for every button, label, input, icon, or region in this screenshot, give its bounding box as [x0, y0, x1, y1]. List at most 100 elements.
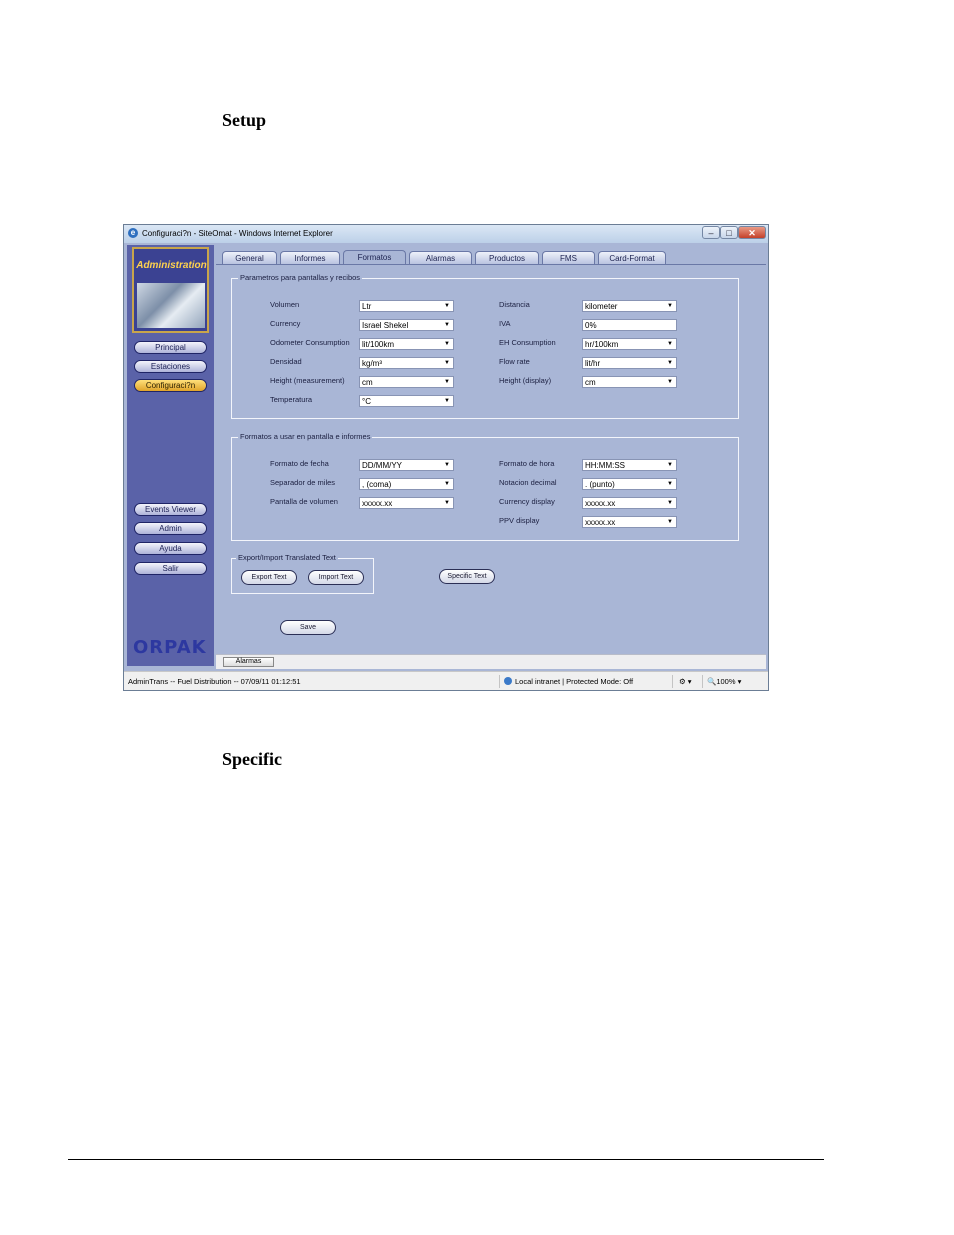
select-pantalla-volumen-value: xxxxx.xx [362, 499, 393, 508]
select-height-display-value: cm [585, 378, 596, 387]
dropdown-arrow-icon: ▼ [667, 379, 673, 385]
sidebar: Administration Principal Estaciones Conf… [127, 245, 214, 666]
select-separador-miles[interactable]: , (coma) ▼ [359, 478, 454, 490]
tab-card-format[interactable]: Card-Format [598, 251, 666, 264]
alarm-bar: Alarmas [216, 654, 766, 669]
group-parametros-title: Parametros para pantallas y recibos [238, 273, 363, 282]
export-text-button[interactable]: Export Text [241, 570, 297, 585]
select-eh-consumption[interactable]: hr/100km ▼ [582, 338, 677, 350]
main-content: General Informes Formatos Alarmas Produc… [216, 245, 766, 666]
dropdown-arrow-icon: ▼ [667, 500, 673, 506]
nav-salir-button[interactable]: Salir [134, 562, 207, 575]
import-text-button[interactable]: Import Text [308, 570, 364, 585]
label-pantalla-volumen: Pantalla de volumen [270, 497, 338, 506]
select-distancia-value: kilometer [585, 302, 618, 311]
select-currency[interactable]: Israel Shekel ▼ [359, 319, 454, 331]
select-formato-hora[interactable]: HH:MM:SS ▼ [582, 459, 677, 471]
label-currency: Currency [270, 319, 301, 328]
select-notacion-value: . (punto) [585, 480, 615, 489]
doc-heading-setup: Setup [222, 110, 267, 130]
status-bar: AdminTrans -- Fuel Distribution -- 07/09… [124, 671, 768, 690]
group-formatos-title: Formatos a usar en pantalla e informes [238, 432, 373, 441]
label-eh-consumption: EH Consumption [499, 338, 556, 347]
select-currency-value: Israel Shekel [362, 321, 409, 330]
select-height-display[interactable]: cm ▼ [582, 376, 677, 388]
label-notacion-decimal: Notacion decimal [499, 478, 557, 487]
dropdown-arrow-icon: ▼ [667, 360, 673, 366]
select-flow-rate[interactable]: lit/hr ▼ [582, 357, 677, 369]
label-volumen: Volumen [270, 300, 300, 309]
label-odometer-consumption: Odometer Consumption [270, 338, 350, 347]
minimize-button[interactable]: – [702, 226, 720, 239]
select-flow-rate-value: lit/hr [585, 359, 601, 368]
zoom-control[interactable]: 🔍100% ▾ [707, 677, 741, 686]
nav-events-viewer-button[interactable]: Events Viewer [134, 503, 207, 516]
orpak-logo: ORPAK [133, 637, 207, 658]
security-zone-text: Local intranet | Protected Mode: Off [515, 677, 634, 686]
select-volumen[interactable]: Ltr ▼ [359, 300, 454, 312]
group-parametros: Parametros para pantallas y recibos Volu… [231, 273, 739, 419]
select-volumen-value: Ltr [362, 302, 372, 311]
specific-text-button[interactable]: Specific Text [439, 569, 495, 584]
select-odometer-consumption[interactable]: lit/100km ▼ [359, 338, 454, 350]
dropdown-arrow-icon: ▼ [444, 341, 450, 347]
status-separator [499, 675, 500, 688]
dropdown-arrow-icon: ▼ [444, 303, 450, 309]
select-notacion-decimal[interactable]: . (punto) ▼ [582, 478, 677, 490]
select-formato-fecha[interactable]: DD/MM/YY ▼ [359, 459, 454, 471]
dropdown-arrow-icon: ▼ [667, 481, 673, 487]
dropdown-arrow-icon: ▼ [444, 360, 450, 366]
close-button[interactable]: ✕ [738, 226, 766, 239]
security-zone[interactable]: Local intranet | Protected Mode: Off [504, 677, 633, 686]
tab-productos[interactable]: Productos [475, 251, 539, 264]
doc-heading-specific: Specific [222, 749, 282, 769]
tab-formatos[interactable]: Formatos [343, 250, 406, 265]
dropdown-arrow-icon: ▼ [444, 379, 450, 385]
select-densidad[interactable]: kg/m³ ▼ [359, 357, 454, 369]
nav-configuracion-button[interactable]: Configuraci?n [134, 379, 207, 392]
alarmas-button[interactable]: Alarmas [223, 657, 274, 667]
select-pantalla-volumen[interactable]: xxxxx.xx ▼ [359, 497, 454, 509]
select-separador-value: , (coma) [362, 480, 392, 489]
nav-estaciones-button[interactable]: Estaciones [134, 360, 207, 373]
dropdown-arrow-icon: ▼ [667, 341, 673, 347]
tab-divider [216, 264, 766, 265]
zoom-icon: 🔍 [707, 677, 717, 686]
select-ppv-display[interactable]: xxxxx.xx ▼ [582, 516, 677, 528]
dropdown-arrow-icon: ▼ [667, 462, 673, 468]
save-button[interactable]: Save [280, 620, 336, 635]
status-text: AdminTrans -- Fuel Distribution -- 07/09… [128, 677, 301, 686]
ie-icon: e [128, 228, 138, 238]
select-currency-display[interactable]: xxxxx.xx ▼ [582, 497, 677, 509]
dropdown-arrow-icon: ▼ [444, 500, 450, 506]
label-iva: IVA [499, 319, 511, 328]
maximize-button[interactable]: □ [720, 226, 738, 239]
select-odometer-value: lit/100km [362, 340, 395, 349]
tab-general[interactable]: General [222, 251, 277, 264]
select-temperatura[interactable]: °C ▼ [359, 395, 454, 407]
label-formato-hora: Formato de hora [499, 459, 555, 468]
protected-mode-icon[interactable]: ⚙ ▾ [679, 677, 692, 686]
dropdown-arrow-icon: ▼ [444, 462, 450, 468]
label-ppv-display: PPV display [499, 516, 540, 525]
label-separador-miles: Separador de miles [270, 478, 336, 487]
logo-image [137, 283, 205, 328]
tab-fms[interactable]: FMS [542, 251, 595, 264]
select-distancia[interactable]: kilometer ▼ [582, 300, 677, 312]
nav-admin-button[interactable]: Admin [134, 522, 207, 535]
zoom-level: 100% [716, 677, 736, 686]
label-distancia: Distancia [499, 300, 530, 309]
logo-title: Administration [136, 260, 207, 271]
iva-input[interactable]: 0% [582, 319, 677, 331]
status-separator [672, 675, 673, 688]
tab-informes[interactable]: Informes [280, 251, 340, 264]
dropdown-arrow-icon: ▼ [444, 398, 450, 404]
label-flow-rate: Flow rate [499, 357, 530, 366]
nav-principal-button[interactable]: Principal [134, 341, 207, 354]
select-height-measurement[interactable]: cm ▼ [359, 376, 454, 388]
footer-rule [68, 1159, 824, 1160]
select-eh-value: hr/100km [585, 340, 619, 349]
select-formato-hora-value: HH:MM:SS [585, 461, 625, 470]
tab-alarmas[interactable]: Alarmas [409, 251, 472, 264]
nav-ayuda-button[interactable]: Ayuda [134, 542, 207, 555]
